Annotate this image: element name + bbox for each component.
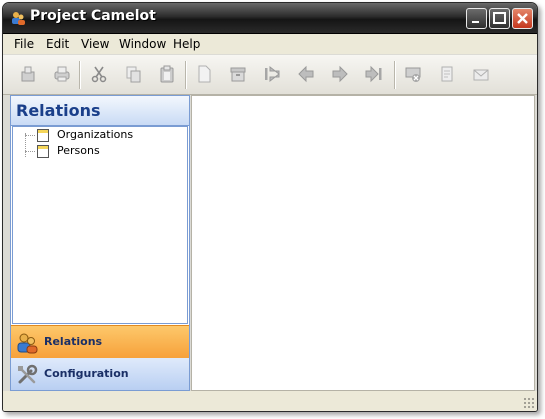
first-icon[interactable]: [262, 64, 282, 84]
new-icon[interactable]: [18, 64, 38, 84]
relations-tree: Organizations Persons: [12, 126, 188, 324]
nav-label: Relations: [44, 335, 103, 348]
tree-connector: [25, 151, 35, 152]
folder-icon: [37, 129, 49, 142]
window-title: Project Camelot: [30, 8, 156, 24]
archive-icon[interactable]: [228, 64, 248, 84]
toolbar-separator: [79, 61, 80, 89]
folder-icon: [37, 145, 49, 158]
tree-item-label: Persons: [57, 144, 100, 157]
panel-header: Relations: [11, 96, 189, 126]
mail-icon[interactable]: [471, 64, 491, 84]
tree-connector: [25, 135, 35, 136]
previous-icon[interactable]: [296, 64, 316, 84]
menu-view[interactable]: View: [81, 37, 109, 51]
maximize-button[interactable]: [489, 8, 510, 29]
copy-icon[interactable]: [123, 64, 143, 84]
menu-bar: File Edit View Window Help: [3, 34, 537, 54]
nav-configuration[interactable]: Configuration: [11, 358, 189, 390]
nav-label: Configuration: [44, 367, 129, 380]
panel-title: Relations: [16, 101, 101, 120]
app-window: Project Camelot File Edit View Window He…: [2, 2, 538, 412]
toolbar-separator: [394, 61, 395, 89]
title-bar[interactable]: Project Camelot: [3, 3, 537, 34]
next-icon[interactable]: [330, 64, 350, 84]
menu-edit[interactable]: Edit: [46, 37, 69, 51]
menu-file[interactable]: File: [14, 37, 34, 51]
minimize-button[interactable]: [466, 8, 487, 29]
tree-connector: [25, 133, 26, 157]
delete-record-icon[interactable]: [403, 64, 423, 84]
menu-window[interactable]: Window: [119, 37, 166, 51]
menu-help[interactable]: Help: [173, 37, 200, 51]
cut-icon[interactable]: [89, 64, 109, 84]
users-icon: [16, 332, 38, 354]
tools-icon: [16, 364, 38, 386]
print-icon[interactable]: [52, 64, 72, 84]
main-content-area[interactable]: [191, 95, 535, 391]
paste-icon[interactable]: [157, 64, 177, 84]
nav-relations[interactable]: Relations: [11, 325, 189, 359]
tree-item-label: Organizations: [57, 128, 134, 141]
navigation-panel: Relations Organizations Persons Relation…: [10, 95, 190, 391]
app-icon: [10, 10, 26, 26]
toolbar: [3, 55, 537, 95]
status-bar: [3, 391, 537, 411]
last-icon[interactable]: [364, 64, 384, 84]
document-icon[interactable]: [437, 64, 457, 84]
resize-grip-icon[interactable]: [523, 397, 534, 408]
blank-document-icon[interactable]: [194, 64, 214, 84]
close-button[interactable]: [512, 8, 533, 29]
toolbar-separator: [185, 61, 186, 89]
